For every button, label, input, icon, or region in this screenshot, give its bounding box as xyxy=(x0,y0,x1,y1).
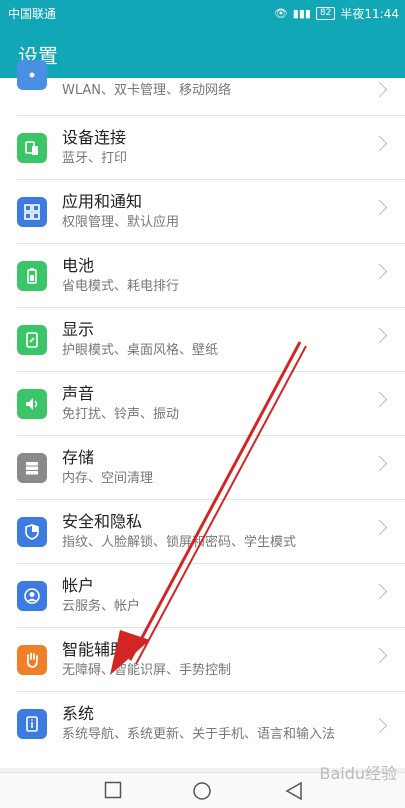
settings-item-9[interactable]: 智能辅助无障碍、智能识屏、手势控制 xyxy=(0,628,405,692)
network-icon xyxy=(17,60,47,90)
status-right: 👁 ▮▮▮ 82 半夜11:44 xyxy=(274,5,399,22)
settings-item-10[interactable]: 系统系统导航、系统更新、关于手机、语言和输入法 xyxy=(0,692,405,768)
settings-item-subtitle: 无障碍、智能识屏、手势控制 xyxy=(62,663,232,678)
settings-item-8[interactable]: 帐户 云服务、帐户 xyxy=(0,564,405,628)
shield-icon xyxy=(17,517,47,547)
settings-item-subtitle: 蓝牙、打印 xyxy=(62,151,128,166)
chevron-right-icon xyxy=(371,135,388,152)
settings-item-subtitle: 护眼模式、桌面风格、壁纸 xyxy=(62,343,219,358)
settings-item-0[interactable]: WLAN、双卡管理、移动网络 xyxy=(0,60,405,116)
settings-item-subtitle: 内存、空间清理 xyxy=(62,471,154,486)
carrier-label: 中国联通 xyxy=(8,7,57,21)
apps-icon xyxy=(17,197,47,227)
settings-item-title: 电池 xyxy=(62,256,95,275)
chevron-right-icon xyxy=(371,647,388,664)
settings-item-title: 智能辅助 xyxy=(62,640,127,659)
settings-item-subtitle: 省电模式、耗电排行 xyxy=(62,279,180,294)
battery-indicator: 82 xyxy=(315,7,336,20)
settings-item-subtitle: 系统导航、系统更新、关于手机、语言和输入法 xyxy=(62,727,336,742)
settings-item-title: 帐户 xyxy=(62,576,95,595)
settings-item-title: 系统 xyxy=(62,704,95,723)
home-icon[interactable] xyxy=(192,781,212,801)
sound-icon xyxy=(17,389,47,419)
storage-icon xyxy=(17,453,47,483)
account-icon xyxy=(17,581,47,611)
chevron-right-icon xyxy=(371,519,388,536)
display-icon xyxy=(17,325,47,355)
app-header: 设置 xyxy=(0,26,405,78)
chevron-right-icon xyxy=(371,327,388,344)
settings-item-title: 显示 xyxy=(62,320,95,339)
settings-item-subtitle: 云服务、帐户 xyxy=(62,599,141,614)
settings-item-2[interactable]: 应用和通知权限管理、默认应用 xyxy=(0,180,405,244)
status-bar: 中国联通 👁 ▮▮▮ 82 半夜11:44 xyxy=(0,0,405,26)
settings-item-title: 应用和通知 xyxy=(62,192,143,211)
chevron-right-icon xyxy=(371,199,388,216)
system-info-icon xyxy=(17,709,47,739)
settings-item-7[interactable]: 安全和隐私指纹、人脸解锁、锁屏和密码、学生模式 xyxy=(0,500,405,564)
chevron-right-icon xyxy=(371,583,388,600)
settings-item-subtitle: 免打扰、铃声、振动 xyxy=(62,407,180,422)
settings-item-title: 安全和隐私 xyxy=(62,512,143,531)
chevron-right-icon xyxy=(371,717,388,734)
signal-icon: ▮▮▮ xyxy=(292,7,311,20)
eye-comfort-icon: 👁 xyxy=(273,7,288,20)
settings-item-1[interactable]: 设备连接 蓝牙、打印 xyxy=(0,116,405,180)
chevron-right-icon xyxy=(371,263,388,280)
settings-item-title: 声音 xyxy=(62,384,95,403)
settings-item-3[interactable]: 电池省电模式、耗电排行 xyxy=(0,244,405,308)
chevron-right-icon xyxy=(371,81,388,98)
settings-item-subtitle: 指纹、人脸解锁、锁屏和密码、学生模式 xyxy=(62,535,297,550)
settings-list: WLAN、双卡管理、移动网络设备连接蓝牙、打印应用和通知权限管理、默认应用电池省… xyxy=(0,60,405,768)
settings-item-5[interactable]: 声音免打扰、铃声、振动 xyxy=(0,372,405,436)
back-icon[interactable] xyxy=(285,781,303,801)
settings-item-subtitle: 权限管理、默认应用 xyxy=(62,215,180,230)
recent-apps-icon[interactable] xyxy=(104,781,122,799)
watermark: Baidu经验 xyxy=(319,764,397,783)
hand-icon xyxy=(17,645,47,675)
settings-item-subtitle: WLAN、双卡管理、移动网络 xyxy=(62,83,232,98)
chevron-right-icon xyxy=(371,391,388,408)
settings-item-4[interactable]: 显示护眼模式、桌面风格、壁纸 xyxy=(0,308,405,372)
device-connect-icon xyxy=(17,133,47,163)
settings-item-title: 设备连接 xyxy=(62,128,127,147)
settings-item-6[interactable]: 存储 内存、空间清理 xyxy=(0,436,405,500)
settings-item-title: 存储 xyxy=(62,448,95,467)
battery-icon xyxy=(17,261,47,291)
clock: 半夜11:44 xyxy=(340,7,399,21)
chevron-right-icon xyxy=(371,455,388,472)
